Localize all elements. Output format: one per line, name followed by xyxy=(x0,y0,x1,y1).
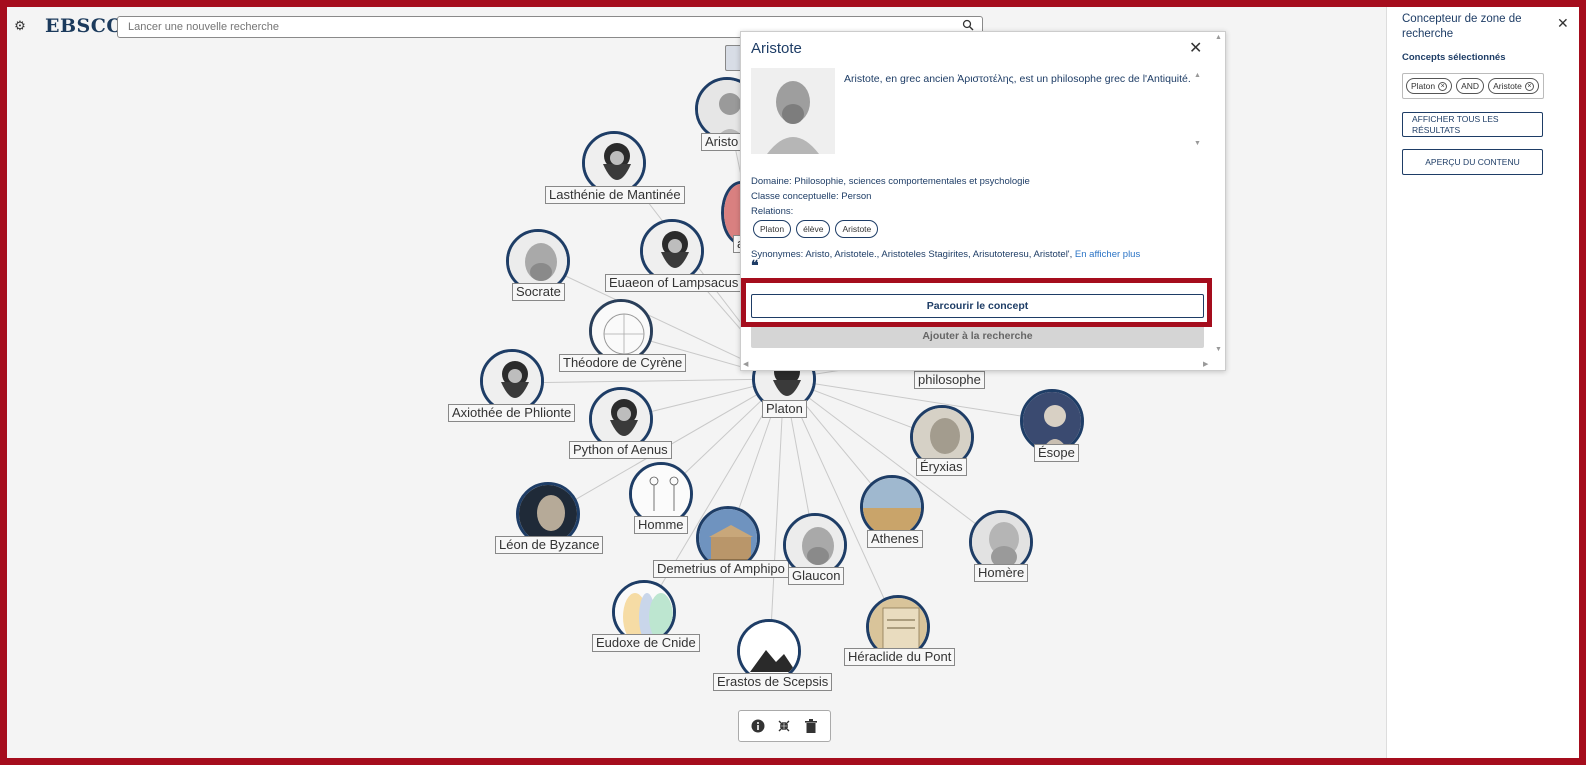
app-window: ⚙ EBSCO Aristo Lasthénie de Mantinée a S… xyxy=(7,7,1579,758)
concept-description: Aristote, en grec ancien Ἀριστοτέλης, es… xyxy=(844,73,1191,85)
node-label: Python of Aenus xyxy=(569,441,672,459)
node-label: Éryxias xyxy=(916,458,967,476)
node-label: Ésope xyxy=(1034,444,1079,462)
node-label: Axiothée de Phlionte xyxy=(448,404,576,422)
node-label: Demetrius of Amphipo xyxy=(653,560,789,578)
scroll-right-arrow-icon[interactable]: ▶ xyxy=(1203,360,1208,368)
node-label: Socrate xyxy=(512,283,565,301)
node-label: philosophe xyxy=(914,371,985,389)
settings-gear-icon[interactable]: ⚙ xyxy=(13,19,27,33)
relations-chips: Platon élève Aristote xyxy=(753,220,879,238)
relation-chip-aristote[interactable]: Aristote xyxy=(835,220,879,238)
node-label: Théodore de Cyrène xyxy=(559,354,687,372)
sidebar-title: Concepteur de zone de recherche xyxy=(1402,13,1522,40)
popup-close-icon[interactable]: ✕ xyxy=(1189,38,1202,58)
collapse-icon[interactable] xyxy=(776,718,792,734)
selected-concepts: Platon × AND Aristote × xyxy=(1402,73,1544,99)
node-label: Athenes xyxy=(867,530,923,548)
scroll-up-arrow-icon[interactable]: ▲ xyxy=(1215,34,1222,41)
relation-chip-platon[interactable]: Platon xyxy=(753,220,792,238)
scroll-down-arrow-icon[interactable]: ▼ xyxy=(1215,346,1222,353)
search-icon[interactable] xyxy=(962,19,974,31)
info-icon[interactable] xyxy=(750,718,766,734)
node-label: Héraclide du Pont xyxy=(844,648,956,666)
node-label: Léon de Byzance xyxy=(495,536,604,554)
description-scroll-down-icon[interactable]: ▼ xyxy=(1194,140,1201,147)
graph-toolbar xyxy=(738,710,831,742)
browse-concept-button[interactable]: Parcourir le concept xyxy=(751,294,1204,318)
content-preview-button[interactable]: APERÇU DU CONTENU xyxy=(1402,149,1543,175)
show-all-results-button[interactable]: AFFICHER TOUS LES RÉSULTATS xyxy=(1402,112,1543,137)
description-scroll-up-icon[interactable]: ▲ xyxy=(1194,72,1201,79)
cite-quote-icon[interactable]: ❝ xyxy=(751,258,759,272)
node-label: Euaeon of Lampsacus xyxy=(605,274,743,292)
concept-domain: Domaine: Philosophie, sciences comportem… xyxy=(751,176,1030,187)
relation-chip-eleve[interactable]: élève xyxy=(796,220,831,238)
concept-portrait xyxy=(751,68,835,154)
trash-icon[interactable] xyxy=(803,718,819,734)
relations-label: Relations: xyxy=(751,206,794,217)
concept-popup: ▲ Aristote ✕ Aristote, en grec ancien Ἀρ… xyxy=(740,31,1226,371)
concept-chip-aristote[interactable]: Aristote × xyxy=(1488,78,1539,94)
add-to-search-button[interactable]: Ajouter à la recherche xyxy=(751,324,1204,348)
show-more-link[interactable]: En afficher plus xyxy=(1075,249,1140,260)
sidebar-close-icon[interactable]: ✕ xyxy=(1557,15,1569,32)
node-label: Homme xyxy=(634,516,688,534)
node-label: Platon xyxy=(762,400,807,418)
remove-chip-icon[interactable]: × xyxy=(1524,81,1534,91)
operator-chip-and[interactable]: AND xyxy=(1456,78,1485,94)
node-label: Glaucon xyxy=(788,567,845,585)
node-label: Lasthénie de Mantinée xyxy=(545,186,685,204)
remove-chip-icon[interactable]: × xyxy=(1438,81,1448,91)
ebsco-logo[interactable]: EBSCO xyxy=(45,15,123,37)
sidebar-subtitle: Concepts sélectionnés xyxy=(1402,52,1506,63)
scroll-left-arrow-icon[interactable]: ◀ xyxy=(743,360,748,368)
concept-class: Classe conceptuelle: Person xyxy=(751,191,872,202)
synonyms: Synonymes: Aristo, Aristotele., Aristote… xyxy=(751,249,1141,260)
node-label: Eudoxe de Cnide xyxy=(592,634,700,652)
node-label: Aristo xyxy=(701,133,743,151)
popup-title: Aristote xyxy=(751,40,802,57)
node-label: Erastos de Scepsis xyxy=(713,673,833,691)
concept-chip-platon[interactable]: Platon × xyxy=(1406,78,1453,94)
node-label: Homère xyxy=(974,564,1029,582)
search-builder-sidebar: Concepteur de zone de recherche ✕ Concep… xyxy=(1386,7,1579,758)
